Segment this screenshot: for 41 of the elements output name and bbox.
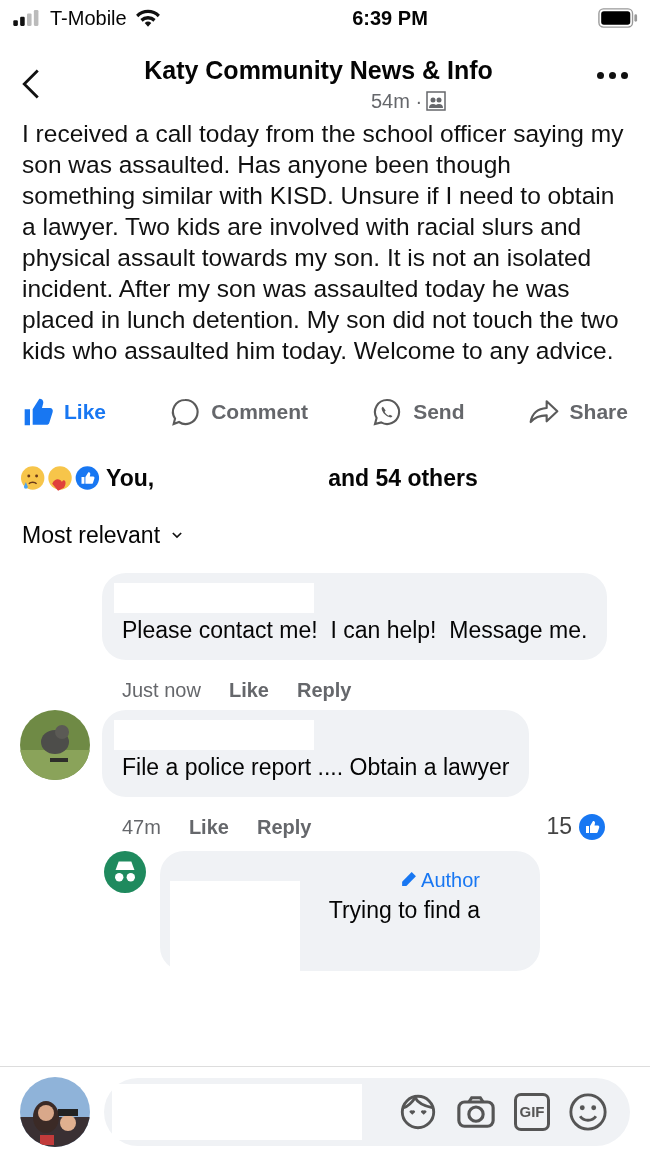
- wifi-icon: [134, 8, 161, 28]
- post-time: 54m ·: [370, 89, 423, 114]
- comment-reply-link[interactable]: Reply: [296, 674, 352, 705]
- carrier-name: T-Mobile: [50, 6, 127, 31]
- send-button[interactable]: Send: [371, 396, 465, 428]
- gif-button[interactable]: GIF: [514, 1092, 550, 1131]
- comment-like-link[interactable]: Like: [228, 674, 269, 705]
- comment-button[interactable]: Comment: [169, 396, 308, 428]
- back-button[interactable]: [22, 68, 40, 100]
- reaction-count: and 54 others: [328, 463, 478, 493]
- like-button[interactable]: Like: [22, 396, 107, 428]
- author-label: Author: [400, 864, 480, 895]
- comment-like-link[interactable]: Like: [188, 811, 229, 842]
- group-title: Katy Community News & Info: [144, 55, 493, 86]
- reply-text: Trying to find a: [328, 895, 480, 925]
- thumbs-up-icon: [22, 396, 54, 428]
- more-options-button[interactable]: [597, 72, 628, 79]
- comment-text: File a police report .... Obtain a lawyer: [122, 752, 510, 782]
- comment-text: Please contact me! I can help! Message me.: [122, 615, 588, 645]
- emoji-icon[interactable]: [568, 1091, 608, 1132]
- comment-input[interactable]: GIF: [104, 1077, 630, 1146]
- more-icon: [597, 72, 628, 79]
- pencil-icon: [400, 871, 418, 888]
- like-badge-icon: [578, 812, 606, 841]
- comment-time: Just now: [122, 677, 201, 703]
- camera-icon[interactable]: [456, 1093, 496, 1130]
- sort-dropdown[interactable]: Most relevant: [0, 518, 205, 553]
- reaction-names: You,: [106, 463, 155, 493]
- incognito-avatar-icon: [104, 850, 146, 893]
- chevron-down-icon: [172, 531, 183, 539]
- group-icon: [426, 91, 447, 111]
- clock-time: 6:39 PM: [351, 6, 429, 31]
- comment-reply-link[interactable]: Reply: [256, 811, 312, 842]
- comment-time: 47m: [122, 814, 161, 840]
- battery-icon: [598, 8, 638, 28]
- reaction-emojis-icon: [20, 464, 102, 492]
- post-text: I received a call today from the school officer saying my son was assaulted. Has anyone been though something similar with KISD. Unsure if I need to obtain a lawyer. Two kids are involved with racial slurs and physical assault towards my son. It is not an isolated incident. After my son was assaulted today he was placed in lunch detention. My son did not touch the two kids who assaulted him today. Welcome to any advice.: [21, 119, 625, 366]
- share-button[interactable]: Share: [527, 396, 628, 428]
- speech-bubble-icon: [169, 396, 202, 428]
- like-count: 15: [546, 812, 572, 842]
- back-icon: [22, 68, 40, 100]
